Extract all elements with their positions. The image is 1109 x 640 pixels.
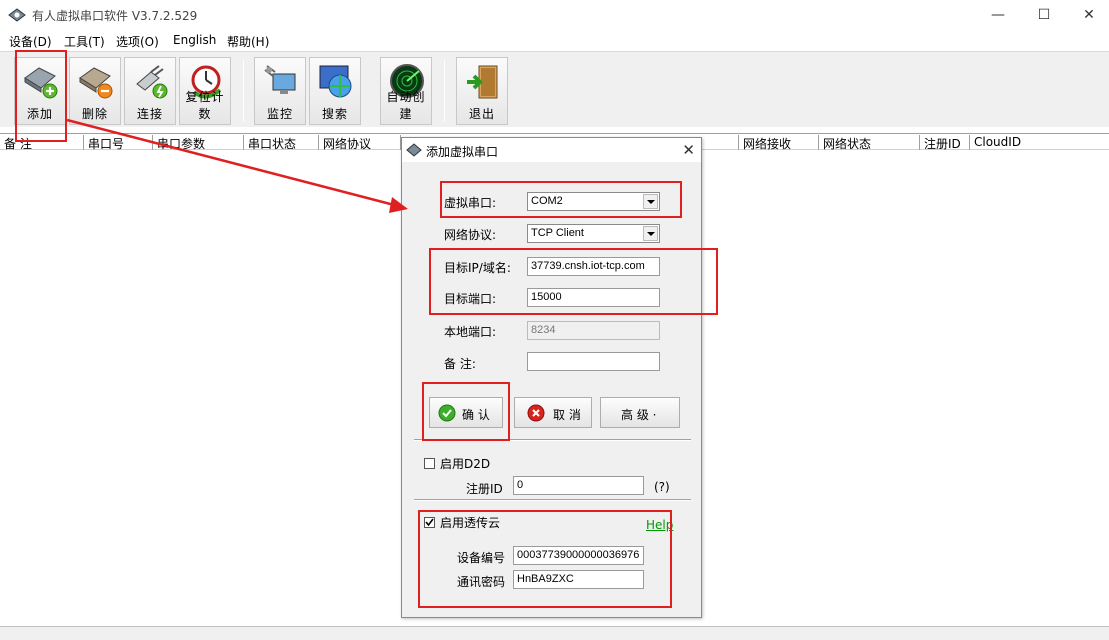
cloud-label: 启用透传云 xyxy=(440,516,501,530)
connect-label: 连接 xyxy=(136,107,163,121)
search-button[interactable]: 搜索 xyxy=(309,57,361,125)
cancel-button[interactable]: 取 消 xyxy=(514,397,592,428)
reset-count-button[interactable]: 复位计数 xyxy=(179,57,231,125)
menu-options[interactable]: 选项(O) xyxy=(116,33,159,50)
menu-bar: 设备(D) 工具(T) 选项(O) English 帮助(H) xyxy=(0,31,1109,51)
protocol-label: 网络协议: xyxy=(444,228,497,242)
col-net-protocol[interactable]: 网络协议 xyxy=(319,135,401,150)
virtual-port-label: 虚拟串口: xyxy=(444,196,497,210)
menu-tools[interactable]: 工具(T) xyxy=(64,33,105,50)
maximize-button[interactable]: ☐ xyxy=(1021,0,1067,30)
col-port-params[interactable]: 串口参数 xyxy=(153,135,244,150)
local-port-label: 本地端口: xyxy=(444,325,497,339)
password-input[interactable]: HnBA9ZXC xyxy=(513,570,644,589)
target-port-label: 目标端口: xyxy=(444,292,497,306)
col-net-status[interactable]: 网络状态 xyxy=(819,135,920,150)
app-icon xyxy=(8,8,26,22)
col-register-id[interactable]: 注册ID xyxy=(920,135,970,150)
remark-label: 备 注: xyxy=(444,357,476,371)
advanced-label: 高 级 · xyxy=(621,408,657,422)
target-ip-input[interactable]: 37739.cnsh.iot-tcp.com xyxy=(527,257,660,276)
exit-label: 退出 xyxy=(468,107,495,121)
protocol-select[interactable]: TCP Client xyxy=(527,224,660,243)
reset-count-label: 复位计数 xyxy=(185,90,225,121)
status-bar xyxy=(0,626,1109,640)
search-label: 搜索 xyxy=(321,107,348,121)
virtual-port-value: COM2 xyxy=(531,195,563,207)
auto-create-button[interactable]: 自动创建 xyxy=(380,57,432,125)
dialog-title: 添加虚拟串口 xyxy=(426,145,499,159)
col-net-receive[interactable]: 网络接收 xyxy=(739,135,819,150)
auto-create-label: 自动创建 xyxy=(386,90,426,121)
target-ip-label: 目标IP/域名: xyxy=(444,261,511,275)
register-id-input[interactable]: 0 xyxy=(513,476,644,495)
chevron-down-icon xyxy=(643,194,658,209)
menu-device[interactable]: 设备(D) xyxy=(9,33,52,50)
register-id-help[interactable]: (?) xyxy=(654,480,670,494)
divider xyxy=(414,439,691,441)
col-port-number[interactable]: 串口号 xyxy=(84,135,153,150)
col-cloud-id[interactable]: CloudID xyxy=(970,135,1109,150)
search-globe-icon xyxy=(319,65,352,98)
add-virtual-port-dialog: 添加虚拟串口 ✕ 虚拟串口: COM2 网络协议: TCP Client 目标I… xyxy=(401,137,702,618)
checkmark-icon xyxy=(425,518,434,527)
add-label: 添加 xyxy=(26,107,53,121)
col-port-status[interactable]: 串口状态 xyxy=(244,135,319,150)
connect-icon xyxy=(136,65,168,99)
minimize-button[interactable]: — xyxy=(975,0,1021,30)
protocol-value: TCP Client xyxy=(531,227,584,239)
title-bar: 有人虚拟串口软件 V3.7.2.529 — ☐ ✕ xyxy=(0,0,1109,30)
dialog-title-bar: 添加虚拟串口 ✕ xyxy=(402,138,701,162)
confirm-button[interactable]: 确 认 xyxy=(429,397,503,428)
menu-help[interactable]: 帮助(H) xyxy=(227,33,269,50)
check-icon xyxy=(438,404,456,422)
add-port-icon xyxy=(24,67,58,99)
monitor-icon xyxy=(264,65,296,94)
local-port-input: 8234 xyxy=(527,321,660,340)
help-link[interactable]: Help xyxy=(646,518,673,532)
cancel-label: 取 消 xyxy=(553,408,581,422)
toolbar-separator xyxy=(243,60,244,122)
d2d-checkbox[interactable] xyxy=(424,458,435,469)
cloud-checkbox[interactable] xyxy=(424,517,435,528)
virtual-port-select[interactable]: COM2 xyxy=(527,192,660,211)
divider xyxy=(414,499,691,501)
cancel-x-icon xyxy=(527,404,545,422)
exit-door-icon xyxy=(467,65,498,99)
dialog-app-icon xyxy=(406,143,422,157)
connect-button[interactable]: 连接 xyxy=(124,57,176,125)
advanced-button[interactable]: 高 级 · xyxy=(600,397,680,428)
target-port-input[interactable]: 15000 xyxy=(527,288,660,307)
delete-label: 删除 xyxy=(81,107,108,121)
delete-button[interactable]: 删除 xyxy=(69,57,121,125)
window-title: 有人虚拟串口软件 V3.7.2.529 xyxy=(32,9,198,23)
password-label: 通讯密码 xyxy=(457,575,506,589)
chevron-down-icon xyxy=(643,226,658,241)
menu-english[interactable]: English xyxy=(173,33,216,47)
dialog-close-button[interactable]: ✕ xyxy=(682,141,695,159)
col-remark[interactable]: 备 注 xyxy=(0,135,84,150)
monitor-button[interactable]: 监控 xyxy=(254,57,306,125)
d2d-label: 启用D2D xyxy=(440,457,491,471)
register-id-label: 注册ID xyxy=(466,482,503,496)
toolbar-separator xyxy=(444,60,445,122)
device-id-label: 设备编号 xyxy=(457,551,506,565)
exit-button[interactable]: 退出 xyxy=(456,57,508,125)
confirm-label: 确 认 xyxy=(462,408,490,422)
col-hidden[interactable] xyxy=(702,135,739,150)
device-id-input[interactable]: 00037739000000036976 xyxy=(513,546,644,565)
monitor-label: 监控 xyxy=(266,107,293,121)
remark-input[interactable] xyxy=(527,352,660,371)
delete-port-icon xyxy=(79,67,113,99)
add-button[interactable]: 添加 xyxy=(14,57,66,125)
close-button[interactable]: ✕ xyxy=(1066,0,1109,30)
toolbar: 添加 删除 连接 复位计数 监控 搜索 自动创建 退出 xyxy=(0,51,1109,143)
